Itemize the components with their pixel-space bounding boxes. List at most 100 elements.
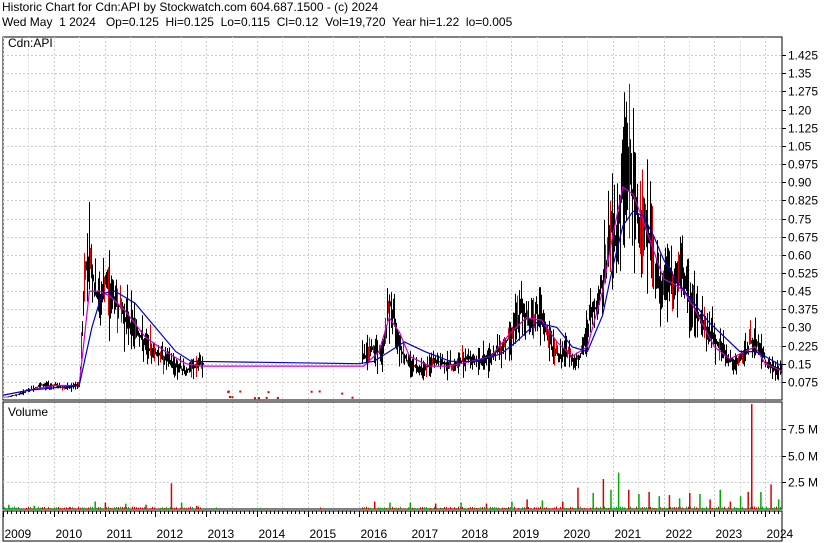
volume-bar [620,506,621,509]
volume-bar [14,506,15,509]
volume-bar [564,507,565,509]
volume-tick-label: 7.5 M [788,423,818,437]
volume-bar [132,506,133,509]
price-bar [267,391,270,394]
volume-bar [516,508,517,509]
price-tick-label: 0.825 [788,194,818,208]
volume-bar [504,507,505,509]
volume-bar [40,507,41,509]
volume-bar [376,508,377,509]
price-tick-label: 0.15 [788,358,812,372]
volume-bar [728,506,729,509]
volume-bar [490,506,491,509]
volume-bar [602,479,605,509]
volume-bar [754,506,755,509]
volume-bar [8,504,10,509]
volume-bar [548,507,549,509]
volume-bar [92,506,93,509]
volume-bar [672,507,673,509]
price-tick-label: 1.275 [788,85,818,99]
price-bar [258,397,261,400]
price-bar [231,396,234,399]
volume-bar [180,502,183,509]
date-tick-label: 2020 [564,527,591,541]
volume-bar [484,506,485,509]
volume-bar [472,506,473,509]
price-bar [310,390,313,393]
volume-bar [196,505,198,509]
volume-bar [574,508,575,509]
price-bar [239,390,242,393]
volume-bar [402,508,403,509]
volume-bar [28,506,29,509]
volume-frame [2,401,783,510]
price-tick-label: 0.225 [788,340,818,354]
volume-bar [485,503,488,509]
volume-bar [180,507,181,509]
volume-bar [164,507,165,509]
volume-bar [494,507,495,509]
volume-bar [644,507,645,509]
volume-bar [110,507,111,509]
volume-bar [518,507,519,509]
volume-bar [4,507,5,509]
volume-bar [84,507,85,509]
volume-panel: 7.5 M 5.0 M 2.5 M Volume [2,401,818,510]
price-tick-label: 0.60 [788,249,812,263]
volume-bar [706,506,707,509]
price-bar [227,390,230,393]
volume-bar [550,508,551,509]
volume-bar [496,507,497,509]
volume-bar [692,508,693,509]
volume-bar [142,507,143,509]
price-bar [253,397,256,400]
date-tick-label: 2017 [412,527,439,541]
volume-bar [260,507,261,509]
volume-bar [460,502,462,509]
volume-bar [650,506,651,509]
volume-bar [598,507,599,509]
volume-bar [566,507,567,509]
volume-bar [162,507,163,509]
date-tick-label: 2018 [462,527,489,541]
volume-bar [400,506,401,509]
volume-bar [102,508,103,509]
volume-bar [414,507,415,509]
volume-bar [586,508,587,509]
volume-bar [768,508,769,509]
volume-bar [577,487,579,509]
volume-bar [780,507,781,509]
volume-bar [617,472,620,509]
volume-bar [536,507,537,509]
volume-bar [118,507,119,509]
volume-bar [648,491,650,509]
volume-bar [448,508,449,509]
volume-bar [686,506,687,509]
volume-bar [538,507,539,509]
volume-bar [186,507,187,509]
volume-tick-label: 2.5 M [788,476,818,490]
volume-bar [724,506,725,509]
volume-bar [198,506,199,509]
volume-bar [154,507,155,509]
volume-bar [478,508,479,509]
volume-bar [777,499,780,509]
volume-bar [120,506,121,509]
volume-bar [756,507,757,509]
volume-bar [384,507,385,509]
volume-bar [689,492,691,509]
price-tick-label: 1.35 [788,67,812,81]
volume-bar [656,508,657,509]
date-tick-label: 2011 [107,527,133,541]
volume-bar [642,507,643,509]
price-tick-label: 1.125 [788,122,818,136]
volume-bar [568,508,569,509]
volume-bar [506,507,507,509]
volume-bar [392,506,393,509]
volume-bar [50,508,51,509]
date-tick-label: 2016 [361,527,388,541]
volume-bar [772,507,773,509]
volume-bar [370,507,371,509]
chart-canvas: 1.425 1.35 1.275 1.20 1.125 1.05 0.975 0.90 0.82… [2,36,818,542]
volume-bar [54,507,55,509]
